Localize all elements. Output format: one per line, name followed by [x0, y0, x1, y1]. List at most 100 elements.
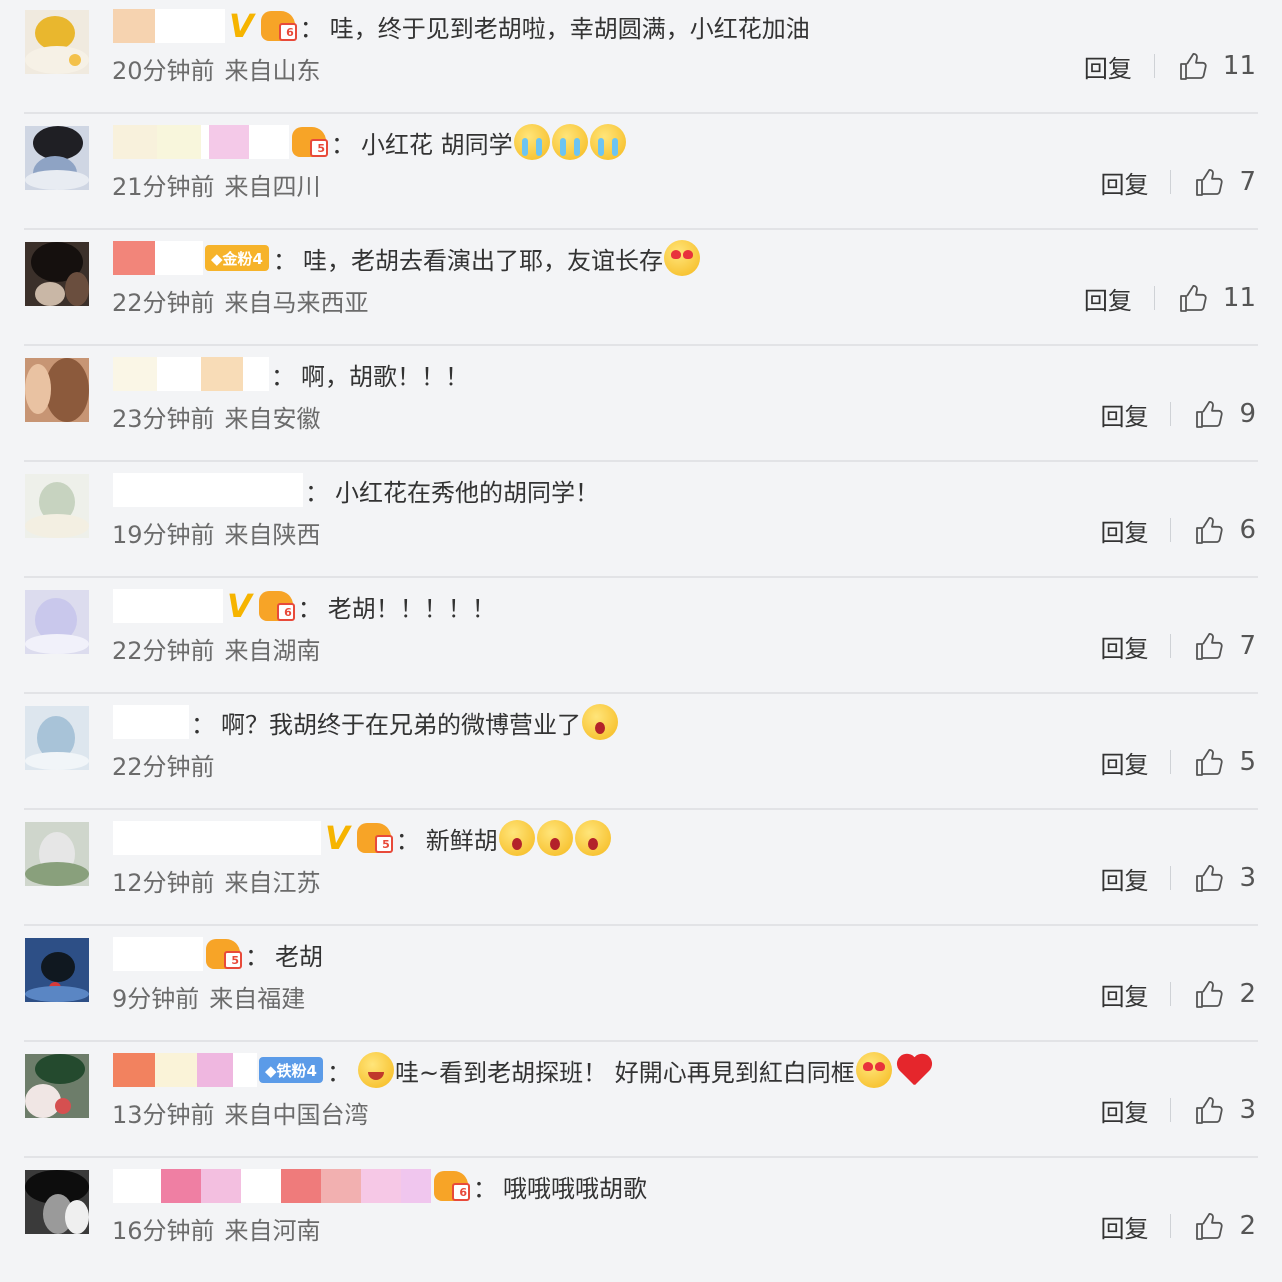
user-avatar[interactable] — [25, 590, 89, 654]
like-thumb-icon[interactable] — [1193, 166, 1225, 198]
verified-v-icon: V — [325, 819, 350, 857]
like-thumb-icon[interactable] — [1193, 514, 1225, 546]
comment-actions: 回复 2 — [1100, 974, 1256, 1014]
username-blurred[interactable] — [113, 821, 321, 855]
comment-line: 5 ：老胡 — [113, 934, 323, 974]
like-count: 11 — [1222, 283, 1256, 313]
comment-actions: 回复 5 — [1100, 742, 1256, 782]
username-blurred[interactable] — [113, 125, 289, 159]
avatar-shape — [25, 986, 89, 1002]
avatar-shape — [25, 634, 89, 654]
divider — [1170, 982, 1172, 1006]
comment-actions: 回复 3 — [1100, 858, 1256, 898]
divider — [1170, 750, 1172, 774]
avatar-shape — [25, 170, 89, 190]
username-blurred[interactable] — [113, 357, 269, 391]
username-blurred[interactable] — [113, 1169, 431, 1203]
like-thumb-icon[interactable] — [1193, 746, 1225, 778]
like-count: 6 — [1239, 515, 1256, 545]
like-thumb-icon[interactable] — [1193, 1094, 1225, 1126]
comment-actions: 回复 7 — [1100, 626, 1256, 666]
comment-location: 来自湖南 — [224, 636, 321, 665]
comment-time: 20分钟前 — [112, 56, 215, 85]
divider — [1153, 54, 1155, 78]
reply-button[interactable]: 回复 — [1100, 397, 1148, 432]
reply-button[interactable]: 回复 — [1084, 281, 1132, 316]
reply-button[interactable]: 回复 — [1100, 861, 1148, 896]
reply-button[interactable]: 回复 — [1084, 49, 1132, 84]
fan-level-number: 6 — [284, 606, 292, 619]
user-avatar[interactable] — [25, 938, 89, 1002]
comment-line: ◆铁粉4： 哇~看到老胡探班！ 好開心再見到紅白同框 — [113, 1050, 933, 1090]
comment-time: 22分钟前 — [112, 288, 215, 317]
like-thumb-icon[interactable] — [1177, 50, 1209, 82]
reply-button[interactable]: 回复 — [1100, 1093, 1148, 1128]
comment-time: 9分钟前 — [112, 984, 200, 1013]
reply-button[interactable]: 回复 — [1100, 629, 1148, 664]
reply-button[interactable]: 回复 — [1100, 1209, 1148, 1244]
like-thumb-icon[interactable] — [1193, 1210, 1225, 1242]
divider — [1170, 1214, 1172, 1238]
comment-meta: 19分钟前 来自陕西 — [112, 514, 321, 550]
comment-location: 来自江苏 — [224, 868, 321, 897]
fan-level-number: 5 — [382, 838, 390, 851]
username-blurred[interactable] — [113, 473, 303, 507]
username-mosaic — [113, 705, 189, 739]
username-mosaic — [113, 821, 321, 855]
username-blurred[interactable] — [113, 937, 203, 971]
username-blurred[interactable] — [113, 241, 203, 275]
colon-separator: ： — [297, 594, 322, 623]
avatar-shape — [25, 364, 51, 414]
avatar-shape — [45, 358, 89, 422]
user-avatar[interactable] — [25, 126, 89, 190]
like-count: 2 — [1239, 1211, 1256, 1241]
fan-level-hand-icon: 5 — [292, 127, 328, 157]
like-thumb-icon[interactable] — [1193, 630, 1225, 662]
user-avatar[interactable] — [25, 822, 89, 886]
username-mosaic — [113, 357, 157, 391]
user-avatar[interactable] — [25, 358, 89, 422]
red-heart-icon — [895, 1053, 933, 1087]
username-blurred[interactable] — [113, 1053, 257, 1087]
colon-separator: ： — [299, 14, 324, 43]
reply-button[interactable]: 回复 — [1100, 165, 1148, 200]
comment-location: 来自河南 — [224, 1216, 321, 1245]
avatar-shape — [69, 54, 81, 66]
user-avatar[interactable] — [25, 474, 89, 538]
reply-button[interactable]: 回复 — [1100, 513, 1148, 548]
username-mosaic — [201, 357, 243, 391]
divider — [1170, 866, 1172, 890]
shock-emoji-icon — [498, 820, 535, 856]
shock-emoji-icon — [536, 820, 573, 856]
username-blurred[interactable] — [113, 705, 189, 739]
username-mosaic — [233, 1053, 257, 1087]
comment-location: 来自四川 — [224, 172, 321, 201]
comment-meta: 21分钟前 来自四川 — [112, 166, 321, 202]
comment-text: 小红花 胡同学 — [361, 130, 513, 159]
cry-emoji-icon — [589, 124, 626, 160]
fan-level-number: 5 — [231, 954, 239, 967]
divider — [1170, 634, 1172, 658]
user-avatar[interactable] — [25, 242, 89, 306]
like-thumb-icon[interactable] — [1193, 978, 1225, 1010]
username-mosaic — [161, 1169, 201, 1203]
comment-meta: 16分钟前 来自河南 — [112, 1210, 321, 1246]
like-thumb-icon[interactable] — [1193, 862, 1225, 894]
like-count: 3 — [1239, 1095, 1256, 1125]
username-blurred[interactable] — [113, 9, 225, 43]
reply-button[interactable]: 回复 — [1100, 977, 1148, 1012]
user-avatar[interactable] — [25, 10, 89, 74]
reply-button[interactable]: 回复 — [1100, 745, 1148, 780]
username-mosaic — [155, 241, 203, 275]
avatar-shape — [25, 514, 89, 538]
like-thumb-icon[interactable] — [1177, 282, 1209, 314]
comment-text: 老胡！！！！！ — [327, 594, 496, 623]
username-blurred[interactable] — [113, 589, 223, 623]
comment-actions: 回复 3 — [1100, 1090, 1256, 1130]
user-avatar[interactable] — [25, 1054, 89, 1118]
user-avatar[interactable] — [25, 1170, 89, 1234]
user-avatar[interactable] — [25, 706, 89, 770]
like-thumb-icon[interactable] — [1193, 398, 1225, 430]
divider — [1153, 286, 1155, 310]
colon-separator: ： — [272, 246, 297, 275]
